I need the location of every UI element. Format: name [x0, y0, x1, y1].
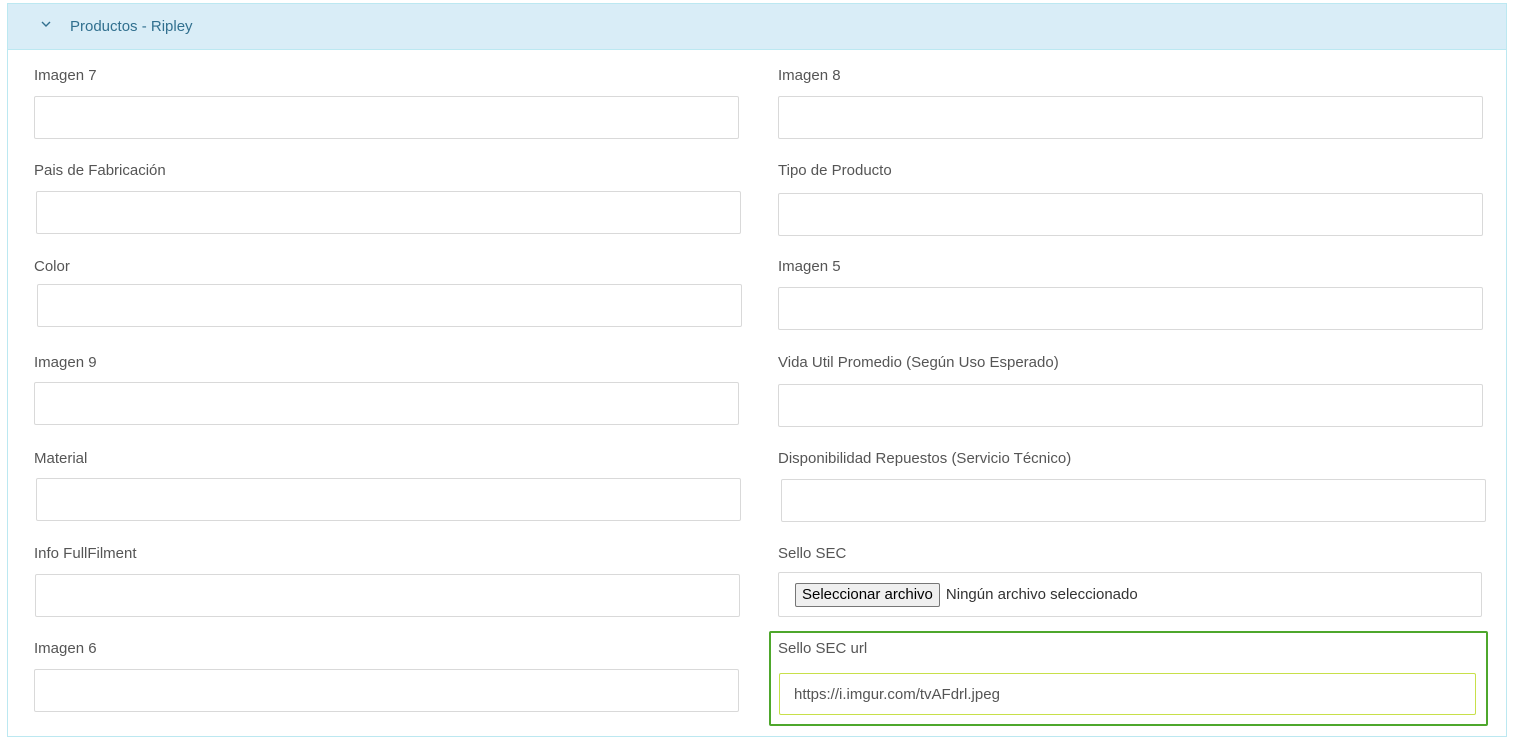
- color-input[interactable]: [37, 284, 742, 327]
- imagen5-label: Imagen 5: [778, 258, 841, 275]
- imagen7-input[interactable]: [34, 96, 739, 139]
- select-file-button[interactable]: Seleccionar archivo: [795, 582, 940, 607]
- panel-heading[interactable]: Productos - Ripley: [8, 4, 1506, 50]
- info-fullfilment-label: Info FullFilment: [34, 545, 137, 562]
- pais-fabricacion-input[interactable]: [36, 191, 741, 234]
- material-input[interactable]: [36, 478, 741, 521]
- imagen6-input[interactable]: [34, 669, 739, 712]
- material-label: Material: [34, 450, 88, 467]
- sello-sec-url-input[interactable]: [779, 673, 1476, 715]
- tipo-producto-input[interactable]: [778, 193, 1483, 236]
- imagen7-label: Imagen 7: [34, 67, 97, 84]
- panel-title[interactable]: Productos - Ripley: [70, 18, 193, 36]
- imagen9-input[interactable]: [34, 382, 739, 425]
- disponibilidad-repuestos-label: Disponibilidad Repuestos (Servicio Técni…: [778, 450, 1072, 467]
- imagen8-input[interactable]: [778, 96, 1483, 139]
- imagen9-label: Imagen 9: [34, 354, 97, 371]
- chevron-down-icon[interactable]: [40, 18, 52, 30]
- imagen8-label: Imagen 8: [778, 67, 841, 84]
- imagen5-input[interactable]: [778, 287, 1483, 330]
- imagen6-label: Imagen 6: [34, 640, 97, 657]
- sello-sec-url-label: Sello SEC url: [778, 640, 868, 657]
- vida-util-input[interactable]: [778, 384, 1483, 427]
- tipo-producto-label: Tipo de Producto: [778, 162, 892, 179]
- color-label: Color: [34, 258, 70, 275]
- file-status-text: Ningún archivo seleccionado: [945, 586, 1138, 603]
- disponibilidad-repuestos-input[interactable]: [781, 479, 1486, 522]
- vida-util-label: Vida Util Promedio (Según Uso Esperado): [778, 354, 1059, 371]
- pais-fabricacion-label: Pais de Fabricación: [34, 162, 166, 179]
- sello-sec-file-input[interactable]: Seleccionar archivo Ningún archivo selec…: [778, 572, 1482, 617]
- info-fullfilment-input[interactable]: [35, 574, 740, 617]
- sello-sec-label: Sello SEC: [778, 545, 847, 562]
